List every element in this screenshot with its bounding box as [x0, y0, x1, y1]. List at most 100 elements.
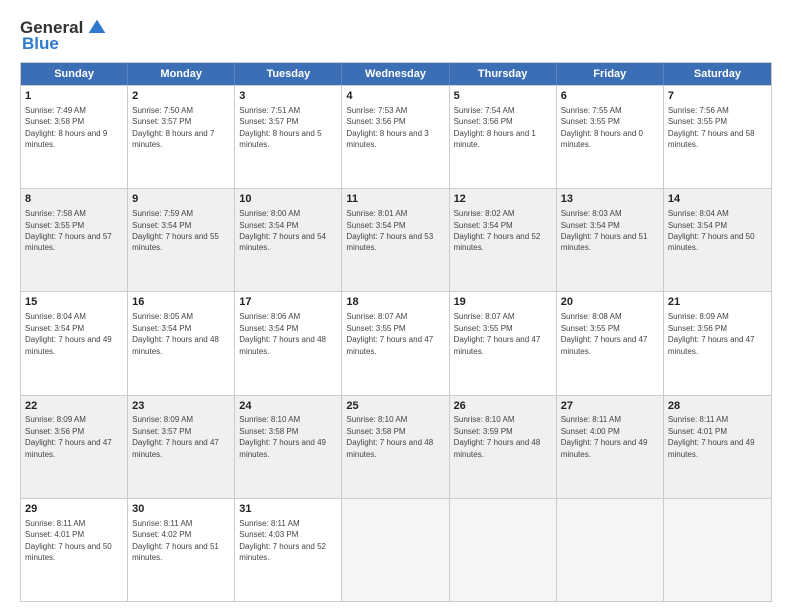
day-number: 10 [239, 192, 337, 207]
calendar-cell: 10Sunrise: 8:00 AMSunset: 3:54 PMDayligh… [235, 189, 342, 291]
cell-sunset: Sunset: 4:02 PM [132, 530, 191, 539]
calendar-cell: 11Sunrise: 8:01 AMSunset: 3:54 PMDayligh… [342, 189, 449, 291]
cell-sunset: Sunset: 4:01 PM [668, 427, 727, 436]
calendar-cell [557, 499, 664, 601]
cell-sunset: Sunset: 3:56 PM [346, 117, 405, 126]
header: General Blue [20, 18, 772, 54]
calendar-cell: 29Sunrise: 8:11 AMSunset: 4:01 PMDayligh… [21, 499, 128, 601]
calendar-cell: 28Sunrise: 8:11 AMSunset: 4:01 PMDayligh… [664, 396, 771, 498]
calendar-week-5: 29 Sunrise: 8:11 AM Sunset: 4:01 PM Dayligh… [21, 498, 771, 601]
cell-sunrise: Sunrise: 8:02 AM [454, 209, 515, 218]
day-number: 23 [132, 399, 230, 414]
calendar-cell: 8Sunrise: 7:58 AMSunset: 3:55 PMDaylight… [21, 189, 128, 291]
calendar-cell: 6Sunrise: 7:55 AMSunset: 3:55 PMDaylight… [557, 86, 664, 188]
cell-daylight: Daylight: 7 hours and 54 minutes. [239, 232, 326, 252]
header-wednesday: Wednesday [342, 63, 449, 85]
header-friday: Friday [557, 63, 664, 85]
cell-sunrise: Sunrise: 8:10 AM [346, 415, 407, 424]
cell-sunset: Sunset: 3:54 PM [132, 324, 191, 333]
calendar-cell: 17Sunrise: 8:06 AMSunset: 3:54 PMDayligh… [235, 292, 342, 394]
cell-daylight: Daylight: 7 hours and 47 minutes. [454, 335, 541, 355]
cell-daylight: Daylight: 7 hours and 52 minutes. [239, 542, 326, 562]
cell-daylight: Daylight: 8 hours and 1 minute. [454, 129, 536, 149]
cell-sunrise: Sunrise: 8:09 AM [668, 312, 729, 321]
calendar-cell: 23Sunrise: 8:09 AMSunset: 3:57 PMDayligh… [128, 396, 235, 498]
day-number: 27 [561, 399, 659, 414]
calendar-cell: 7 Sunrise: 7:56 AM Sunset: 3:55 PM Daylight… [664, 86, 771, 188]
day-number: 21 [668, 295, 767, 310]
cell-daylight: Daylight: 8 hours and 7 minutes. [132, 129, 214, 149]
cell-daylight: Daylight: 7 hours and 47 minutes. [132, 438, 219, 458]
cell-sunrise: Sunrise: 8:09 AM [25, 415, 86, 424]
cell-daylight: Daylight: 8 hours and 5 minutes. [239, 129, 321, 149]
calendar-cell: 5Sunrise: 7:54 AMSunset: 3:56 PMDaylight… [450, 86, 557, 188]
calendar-week-1: 1Sunrise: 7:49 AMSunset: 3:58 PMDaylight… [21, 85, 771, 188]
cell-sunrise: Sunrise: 8:04 AM [668, 209, 729, 218]
day-number: 31 [239, 502, 337, 517]
cell-sunrise: Sunrise: 8:03 AM [561, 209, 622, 218]
cell-sunrise: Sunrise: 7:56 AM [668, 106, 729, 115]
cell-daylight: Daylight: 7 hours and 58 minutes. [668, 129, 755, 149]
page: General Blue Sunday Monday Tuesday Wedne… [0, 0, 792, 612]
day-number: 16 [132, 295, 230, 310]
day-number: 25 [346, 399, 444, 414]
day-number: 28 [668, 399, 767, 414]
cell-sunset: Sunset: 3:56 PM [454, 117, 513, 126]
cell-sunset: Sunset: 3:54 PM [454, 221, 513, 230]
cell-sunset: Sunset: 3:57 PM [239, 117, 298, 126]
cell-sunset: Sunset: 3:57 PM [132, 117, 191, 126]
day-number: 9 [132, 192, 230, 207]
cell-sunset: Sunset: 3:54 PM [239, 221, 298, 230]
calendar-cell: 15Sunrise: 8:04 AMSunset: 3:54 PMDayligh… [21, 292, 128, 394]
cell-sunset: Sunset: 3:58 PM [25, 117, 84, 126]
cell-sunrise: Sunrise: 7:58 AM [25, 209, 86, 218]
cell-daylight: Daylight: 7 hours and 49 minutes. [668, 438, 755, 458]
cell-daylight: Daylight: 7 hours and 49 minutes. [25, 335, 112, 355]
cell-sunrise: Sunrise: 8:11 AM [239, 519, 299, 528]
calendar-cell: 4Sunrise: 7:53 AMSunset: 3:56 PMDaylight… [342, 86, 449, 188]
cell-sunrise: Sunrise: 8:06 AM [239, 312, 300, 321]
header-saturday: Saturday [664, 63, 771, 85]
header-tuesday: Tuesday [235, 63, 342, 85]
calendar-cell: 26Sunrise: 8:10 AMSunset: 3:59 PMDayligh… [450, 396, 557, 498]
calendar-cell [450, 499, 557, 601]
day-number: 19 [454, 295, 552, 310]
calendar-cell: 13Sunrise: 8:03 AMSunset: 3:54 PMDayligh… [557, 189, 664, 291]
cell-sunrise: Sunrise: 8:07 AM [454, 312, 515, 321]
day-number: 4 [346, 89, 444, 104]
logo-icon [87, 18, 107, 38]
cell-sunset: Sunset: 3:58 PM [239, 427, 298, 436]
cell-daylight: Daylight: 8 hours and 3 minutes. [346, 129, 428, 149]
cell-sunset: Sunset: 4:03 PM [239, 530, 298, 539]
cell-sunset: Sunset: 3:58 PM [346, 427, 405, 436]
cell-daylight: Daylight: 8 hours and 0 minutes. [561, 129, 643, 149]
calendar-cell: 14Sunrise: 8:04 AMSunset: 3:54 PMDayligh… [664, 189, 771, 291]
day-number: 12 [454, 192, 552, 207]
cell-sunset: Sunset: 3:56 PM [25, 427, 84, 436]
day-number: 15 [25, 295, 123, 310]
cell-sunset: Sunset: 3:54 PM [668, 221, 727, 230]
cell-sunset: Sunset: 3:54 PM [132, 221, 191, 230]
calendar-cell: 2 Sunrise: 7:50 AM Sunset: 3:57 PM Daylight… [128, 86, 235, 188]
day-number: 7 [668, 89, 767, 104]
day-number: 29 [25, 502, 123, 517]
calendar-cell: 27Sunrise: 8:11 AMSunset: 4:00 PMDayligh… [557, 396, 664, 498]
cell-daylight: Daylight: 7 hours and 47 minutes. [346, 335, 433, 355]
header-thursday: Thursday [450, 63, 557, 85]
cell-daylight: Daylight: 7 hours and 47 minutes. [25, 438, 112, 458]
cell-sunrise: Sunrise: 7:54 AM [454, 106, 515, 115]
day-number: 2 [132, 89, 230, 104]
cell-daylight: Daylight: 7 hours and 47 minutes. [668, 335, 755, 355]
cell-sunrise: Sunrise: 8:09 AM [132, 415, 193, 424]
calendar-cell: 9Sunrise: 7:59 AMSunset: 3:54 PMDaylight… [128, 189, 235, 291]
cell-sunset: Sunset: 3:54 PM [239, 324, 298, 333]
cell-sunrise: Sunrise: 7:55 AM [561, 106, 622, 115]
calendar-cell: 16Sunrise: 8:05 AMSunset: 3:54 PMDayligh… [128, 292, 235, 394]
cell-daylight: Daylight: 7 hours and 48 minutes. [239, 335, 326, 355]
cell-sunset: Sunset: 3:55 PM [668, 117, 727, 126]
cell-sunrise: Sunrise: 7:50 AM [132, 106, 193, 115]
cell-sunrise: Sunrise: 7:49 AM [25, 106, 86, 115]
day-number: 30 [132, 502, 230, 517]
cell-sunset: Sunset: 4:01 PM [25, 530, 84, 539]
cell-sunset: Sunset: 3:59 PM [454, 427, 513, 436]
